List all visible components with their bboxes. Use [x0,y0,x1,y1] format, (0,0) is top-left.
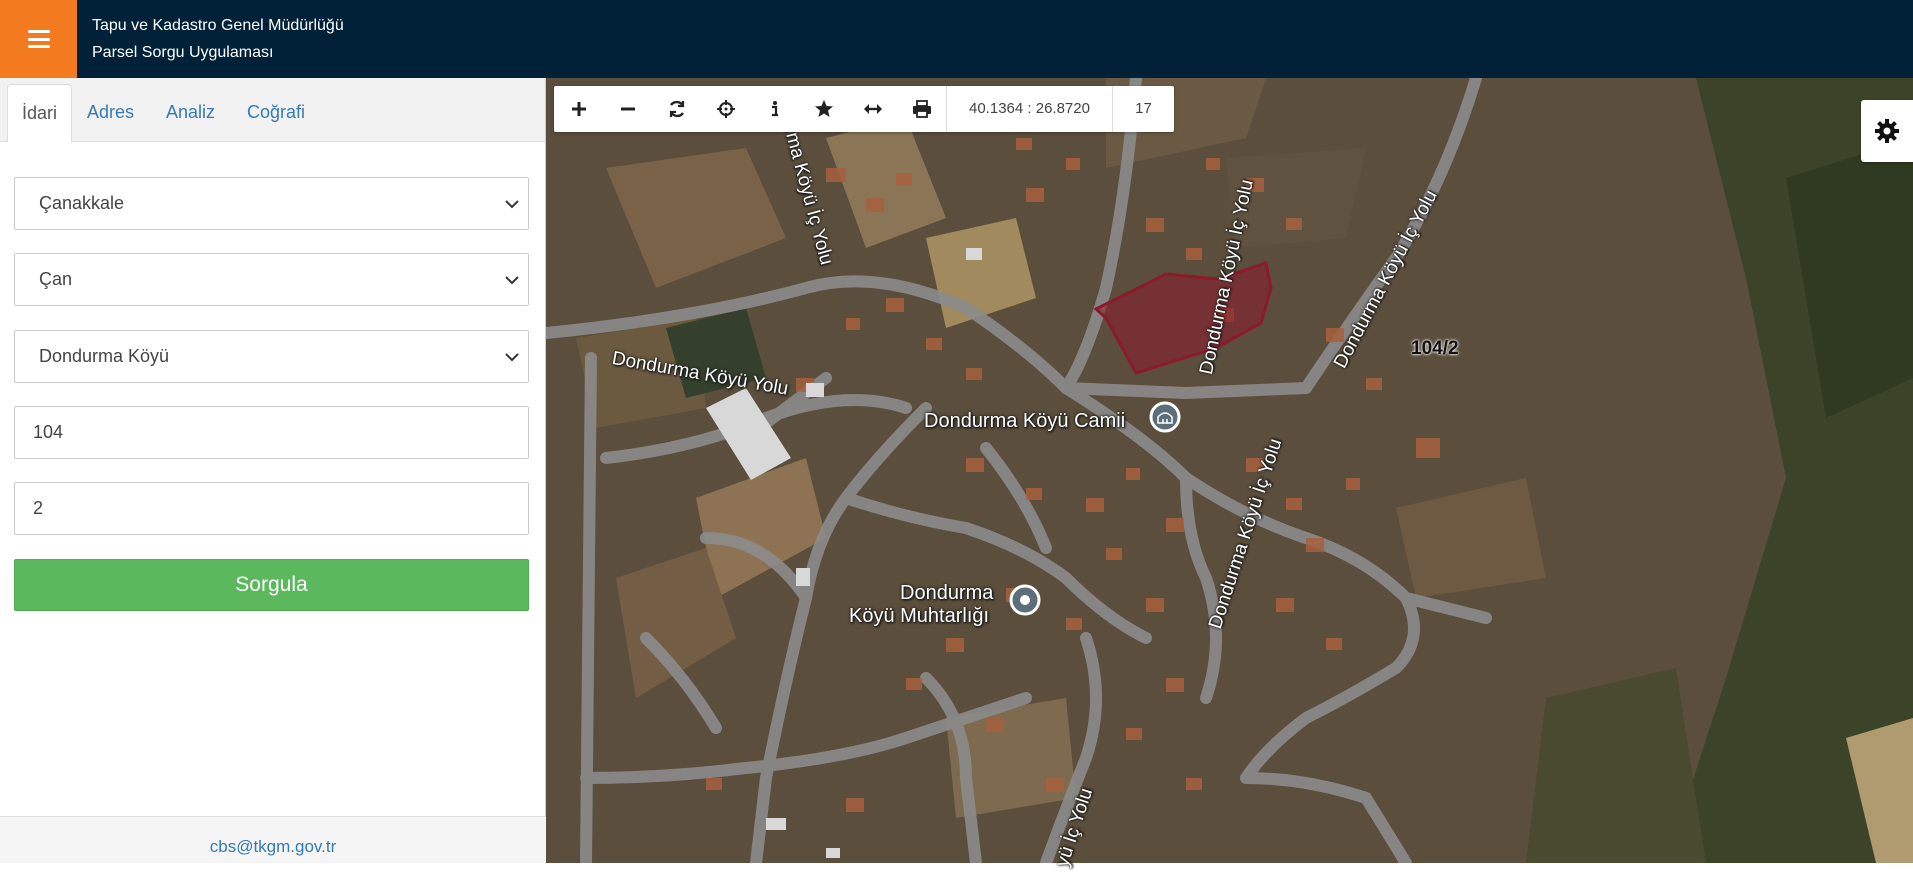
zoom-level: 17 [1111,86,1174,132]
poi-label-muhtarlik-2: Köyü Muhtarlığı [849,605,990,627]
locate-icon [716,100,735,118]
zoom-in-button[interactable] [554,86,603,132]
app-header: Tapu ve Kadastro Genel Müdürlüğü Parsel … [0,0,1913,78]
poi-label-muhtarlik-1: Dondurma [900,582,994,604]
satellite-imagery [546,78,1913,863]
mahalle-select-value: Dondurma Köyü [39,346,170,366]
menu-button[interactable] [0,0,77,78]
map-toolbar: 40.1364 : 26.8720 17 [554,86,1174,132]
refresh-button[interactable] [652,86,701,132]
ilce-select-value: Çan [39,269,73,289]
tab-adres[interactable]: Adres [73,84,148,142]
tab-bar: İdari Adres Analiz Coğrafi [0,78,545,143]
ilce-select[interactable]: Çan [14,253,529,306]
plus-icon [571,102,586,116]
coordinate-readout: 40.1364 : 26.8720 [946,86,1112,132]
settings-button[interactable] [1861,100,1913,162]
header-title: Tapu ve Kadastro Genel Müdürlüğü [92,17,344,34]
minus-icon [620,107,635,111]
il-select[interactable]: Çanakkale [14,177,529,230]
parcel-label: 104/2 [1411,338,1459,359]
header-titles: Tapu ve Kadastro Genel Müdürlüğü Parsel … [92,12,344,66]
favorite-button[interactable] [799,86,848,132]
tab-analiz[interactable]: Analiz [152,84,229,142]
print-button[interactable] [897,86,946,132]
il-select-value: Çanakkale [39,193,125,213]
sorgula-button[interactable]: Sorgula [14,559,529,611]
chevron-down-icon [505,200,519,209]
tab-idari[interactable]: İdari [7,84,73,143]
poi-label-camii: Dondurma Köyü Camii [924,410,1126,432]
hamburger-icon [27,30,50,48]
gear-icon [1875,119,1899,143]
mahalle-select[interactable]: Dondurma Köyü [14,330,529,383]
chevron-down-icon [505,353,519,362]
measure-button[interactable] [848,86,897,132]
map-view[interactable] [546,78,1913,863]
tab-cografi[interactable]: Coğrafi [233,84,319,142]
info-icon [771,101,778,117]
refresh-icon [669,100,684,118]
mosque-poi-icon[interactable] [1147,399,1183,435]
measure-icon [863,104,882,114]
footer: cbs@tkgm.gov.tr [0,816,546,863]
ada-input[interactable]: 104 [14,406,529,459]
contact-email-link[interactable]: cbs@tkgm.gov.tr [210,837,337,856]
zoom-out-button[interactable] [603,86,652,132]
header-subtitle: Parsel Sorgu Uygulaması [92,44,274,61]
print-icon [912,100,931,118]
parsel-input[interactable]: 2 [14,482,529,535]
locate-button[interactable] [701,86,750,132]
chevron-down-icon [505,276,519,285]
info-button[interactable] [750,86,799,132]
star-icon [814,100,833,117]
muhtarlik-poi-icon[interactable] [1007,582,1043,618]
